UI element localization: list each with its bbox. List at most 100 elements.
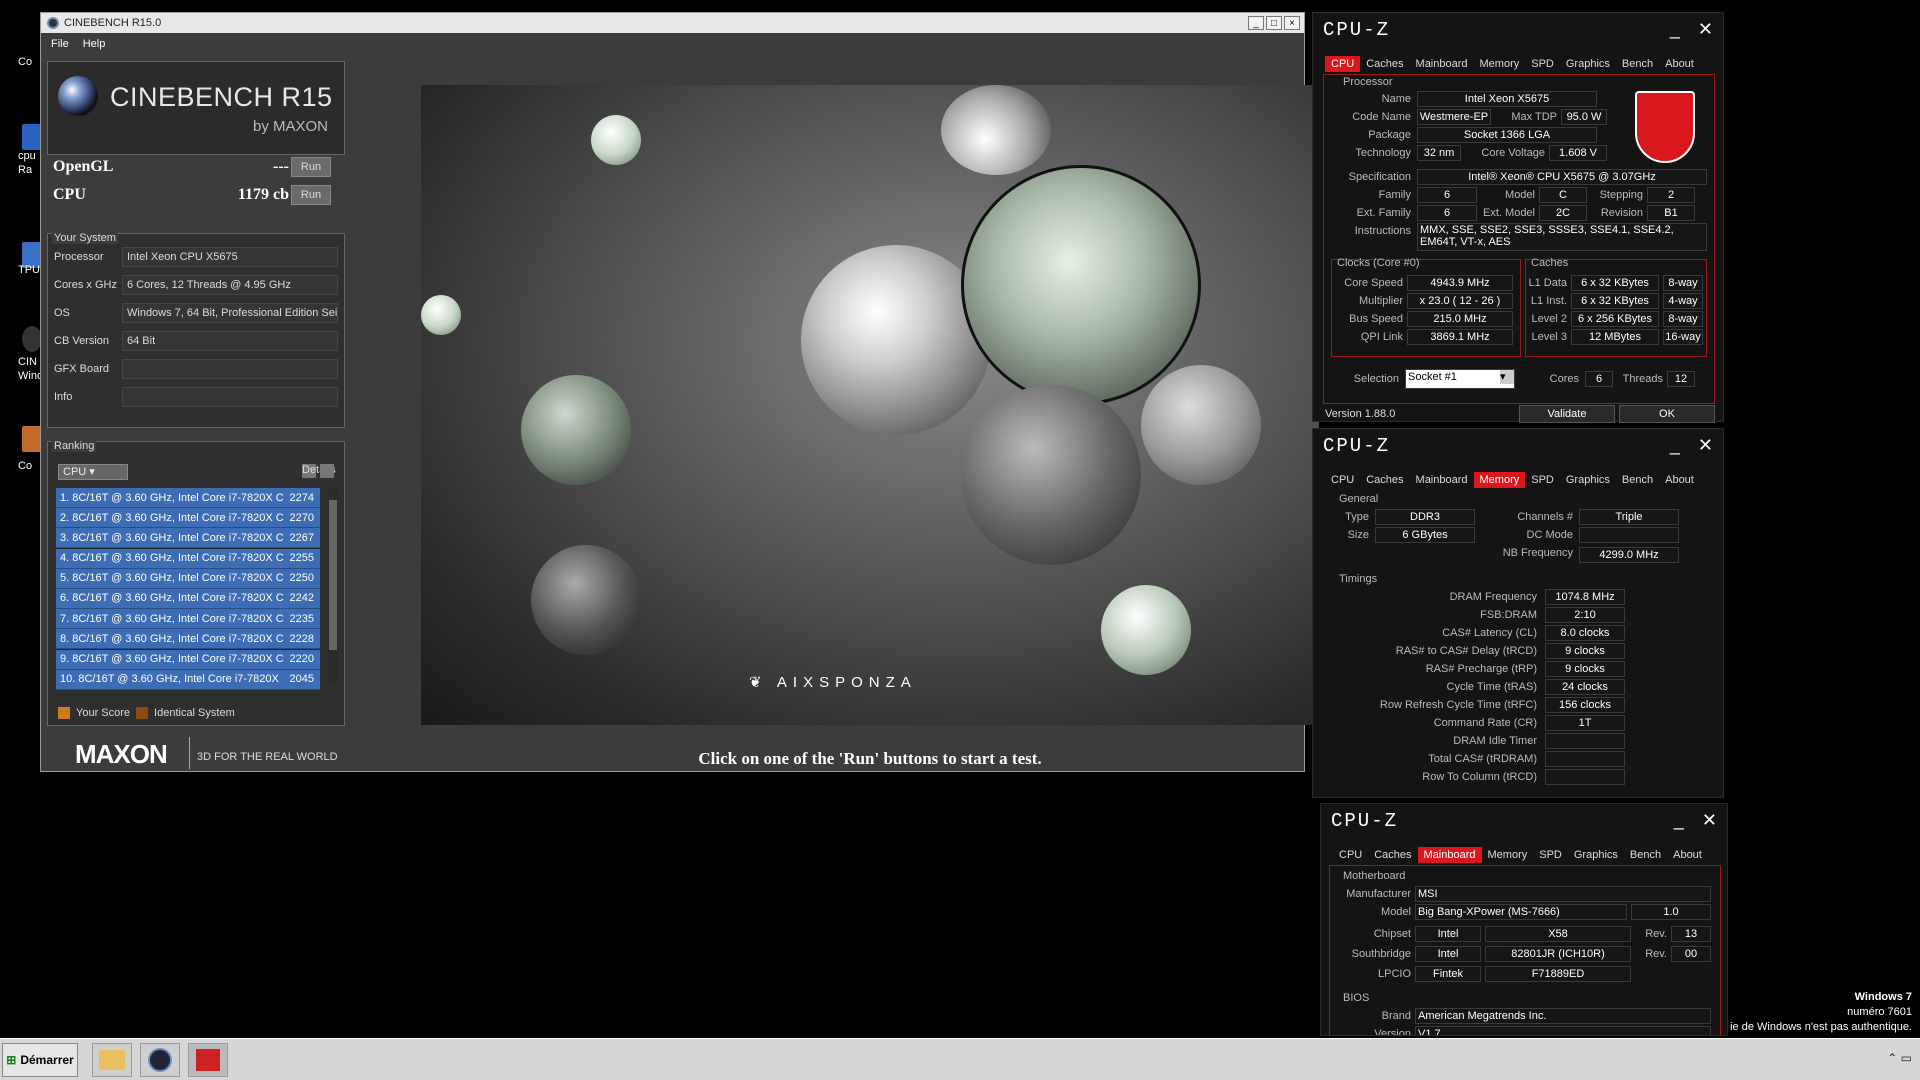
- cinebench-titlebar[interactable]: CINEBENCH R15.0 _ □ ×: [41, 13, 1304, 33]
- sphere-image: [591, 115, 641, 165]
- desktop-icon-label[interactable]: cpu: [18, 150, 36, 162]
- tab-caches[interactable]: Caches: [1360, 472, 1409, 488]
- tab-graphics[interactable]: Graphics: [1560, 56, 1616, 72]
- ok-button[interactable]: OK: [1619, 405, 1715, 423]
- tab-cpu[interactable]: CPU: [1325, 472, 1360, 488]
- start-button[interactable]: ⊞ Démarrer: [2, 1043, 78, 1077]
- ranking-item[interactable]: 9. 8C/16T @ 3.60 GHz, Intel Core i7-7820…: [56, 649, 320, 670]
- ranking-item[interactable]: 5. 8C/16T @ 3.60 GHz, Intel Core i7-7820…: [56, 568, 320, 589]
- ranking-item[interactable]: 6. 8C/16T @ 3.60 GHz, Intel Core i7-7820…: [56, 588, 320, 609]
- tab-memory[interactable]: Memory: [1473, 472, 1526, 488]
- instructions-field: MMX, SSE, SSE2, SSE3, SSSE3, SSE4.1, SSE…: [1417, 223, 1707, 251]
- tab-graphics[interactable]: Graphics: [1560, 472, 1616, 488]
- desktop-icon-label[interactable]: CIN: [18, 356, 37, 368]
- voltage-field: 1.608 V: [1549, 145, 1607, 161]
- tab-spd[interactable]: SPD: [1525, 56, 1560, 72]
- cpuz-tabs: CPU Caches Mainboard Memory SPD Graphics…: [1325, 56, 1700, 72]
- cinebench-desktop-icon[interactable]: [22, 326, 42, 352]
- close-icon[interactable]: ✕: [1698, 435, 1713, 456]
- spec-label: Specification: [1348, 171, 1411, 183]
- minimize-icon[interactable]: _: [1674, 810, 1684, 831]
- general-group: General: [1339, 493, 1379, 505]
- tab-cpu[interactable]: CPU: [1333, 847, 1368, 863]
- cpuz-titlebar[interactable]: CPU-Z: [1313, 13, 1723, 47]
- sphere-image: [421, 295, 461, 335]
- tab-mainboard[interactable]: Mainboard: [1417, 847, 1482, 863]
- sphere-image: [531, 545, 641, 655]
- ranking-item[interactable]: 8. 8C/16T @ 3.60 GHz, Intel Core i7-7820…: [56, 629, 320, 650]
- timing-field: [1545, 769, 1625, 785]
- cpuz-tabs: CPU Caches Mainboard Memory SPD Graphics…: [1333, 847, 1708, 863]
- cinebench-taskbar-icon[interactable]: [140, 1043, 180, 1077]
- bios-group: BIOS: [1343, 992, 1370, 1004]
- cpu-run-button[interactable]: Run: [291, 185, 331, 205]
- details-button[interactable]: Details: [298, 464, 336, 478]
- lpcio-model-field: F71889ED: [1485, 966, 1631, 982]
- minimize-button[interactable]: _: [1248, 16, 1264, 30]
- ranking-item[interactable]: 2. 8C/16T @ 3.60 GHz, Intel Core i7-7820…: [56, 508, 320, 529]
- tab-about[interactable]: About: [1659, 472, 1700, 488]
- tab-caches[interactable]: Caches: [1368, 847, 1417, 863]
- ranking-item[interactable]: 10. 8C/16T @ 3.60 GHz, Intel Core i7-782…: [56, 669, 320, 690]
- opengl-score: ---: [273, 158, 289, 175]
- cpuz-titlebar[interactable]: CPU-Z: [1321, 804, 1727, 838]
- cores-field: 6: [1585, 371, 1613, 387]
- family-field: 6: [1417, 187, 1477, 203]
- ranking-item[interactable]: 1. 8C/16T @ 3.60 GHz, Intel Core i7-7820…: [56, 488, 320, 508]
- ranking-list[interactable]: 1. 8C/16T @ 3.60 GHz, Intel Core i7-7820…: [56, 488, 320, 690]
- tab-caches[interactable]: Caches: [1360, 56, 1409, 72]
- cpuz-desktop-icon[interactable]: [22, 124, 42, 150]
- ranking-scrollbar[interactable]: [328, 488, 338, 684]
- logo-title: CINEBENCH R15: [110, 82, 333, 112]
- clocks-group: Clocks (Core #0): [1337, 257, 1420, 269]
- tray-icons[interactable]: ⌃ ▭: [1887, 1051, 1912, 1065]
- minimize-icon[interactable]: _: [1670, 435, 1680, 456]
- tab-bench[interactable]: Bench: [1616, 56, 1659, 72]
- tab-about[interactable]: About: [1667, 847, 1708, 863]
- your-system-title: Your System: [52, 232, 118, 244]
- menu-file[interactable]: File: [51, 38, 69, 50]
- opengl-run-button[interactable]: Run: [291, 157, 331, 177]
- ranking-title: Ranking: [52, 440, 97, 452]
- tab-spd[interactable]: SPD: [1525, 472, 1560, 488]
- tab-memory[interactable]: Memory: [1482, 847, 1534, 863]
- close-button[interactable]: ×: [1284, 16, 1300, 30]
- maximize-button[interactable]: □: [1266, 16, 1282, 30]
- desktop-icon-label[interactable]: TPU: [18, 264, 40, 276]
- minimize-icon[interactable]: _: [1670, 19, 1680, 40]
- tab-bench[interactable]: Bench: [1616, 472, 1659, 488]
- cpuz-taskbar-icon[interactable]: [188, 1043, 228, 1077]
- socket-select[interactable]: Socket #1 ▾: [1405, 369, 1515, 389]
- tab-about[interactable]: About: [1659, 56, 1700, 72]
- timing-field: 2:10: [1545, 607, 1625, 623]
- ranking-item[interactable]: 3. 8C/16T @ 3.60 GHz, Intel Core i7-7820…: [56, 528, 320, 549]
- app-desktop-icon[interactable]: [22, 426, 42, 452]
- logo-subtitle: by MAXON: [252, 118, 328, 135]
- validate-button[interactable]: Validate: [1519, 405, 1615, 423]
- explorer-taskbar-icon[interactable]: [92, 1043, 132, 1077]
- desktop-icon-label[interactable]: Co: [18, 56, 32, 68]
- system-row-info: Info: [54, 386, 338, 408]
- tab-bench[interactable]: Bench: [1624, 847, 1667, 863]
- timing-field: 1T: [1545, 715, 1625, 731]
- tab-spd[interactable]: SPD: [1533, 847, 1568, 863]
- ranking-item[interactable]: 7. 8C/16T @ 3.60 GHz, Intel Core i7-7820…: [56, 609, 320, 630]
- tab-graphics[interactable]: Graphics: [1568, 847, 1624, 863]
- chevron-down-icon: ▾: [1500, 370, 1514, 384]
- cpuz-titlebar[interactable]: CPU-Z: [1313, 429, 1723, 463]
- tab-mainboard[interactable]: Mainboard: [1410, 472, 1474, 488]
- close-icon[interactable]: ✕: [1698, 19, 1713, 40]
- ranking-dropdown[interactable]: CPU ▾: [58, 464, 128, 480]
- ranking-item[interactable]: 4. 8C/16T @ 3.60 GHz, Intel Core i7-7820…: [56, 548, 320, 569]
- tab-cpu[interactable]: CPU: [1325, 56, 1361, 72]
- tab-memory[interactable]: Memory: [1474, 56, 1526, 72]
- tab-mainboard[interactable]: Mainboard: [1410, 56, 1474, 72]
- manufacturer-field: MSI: [1415, 886, 1711, 902]
- cpuz-tabs: CPU Caches Mainboard Memory SPD Graphics…: [1325, 472, 1700, 488]
- southbridge-field: Intel: [1415, 946, 1481, 962]
- menu-help[interactable]: Help: [83, 38, 106, 50]
- cpuz-cpu-window: CPU-Z _ ✕ CPU Caches Mainboard Memory SPD…: [1312, 12, 1724, 423]
- close-icon[interactable]: ✕: [1702, 810, 1717, 831]
- desktop-icon-label[interactable]: Ra: [18, 164, 32, 176]
- desktop-icon-label[interactable]: Co: [18, 460, 32, 472]
